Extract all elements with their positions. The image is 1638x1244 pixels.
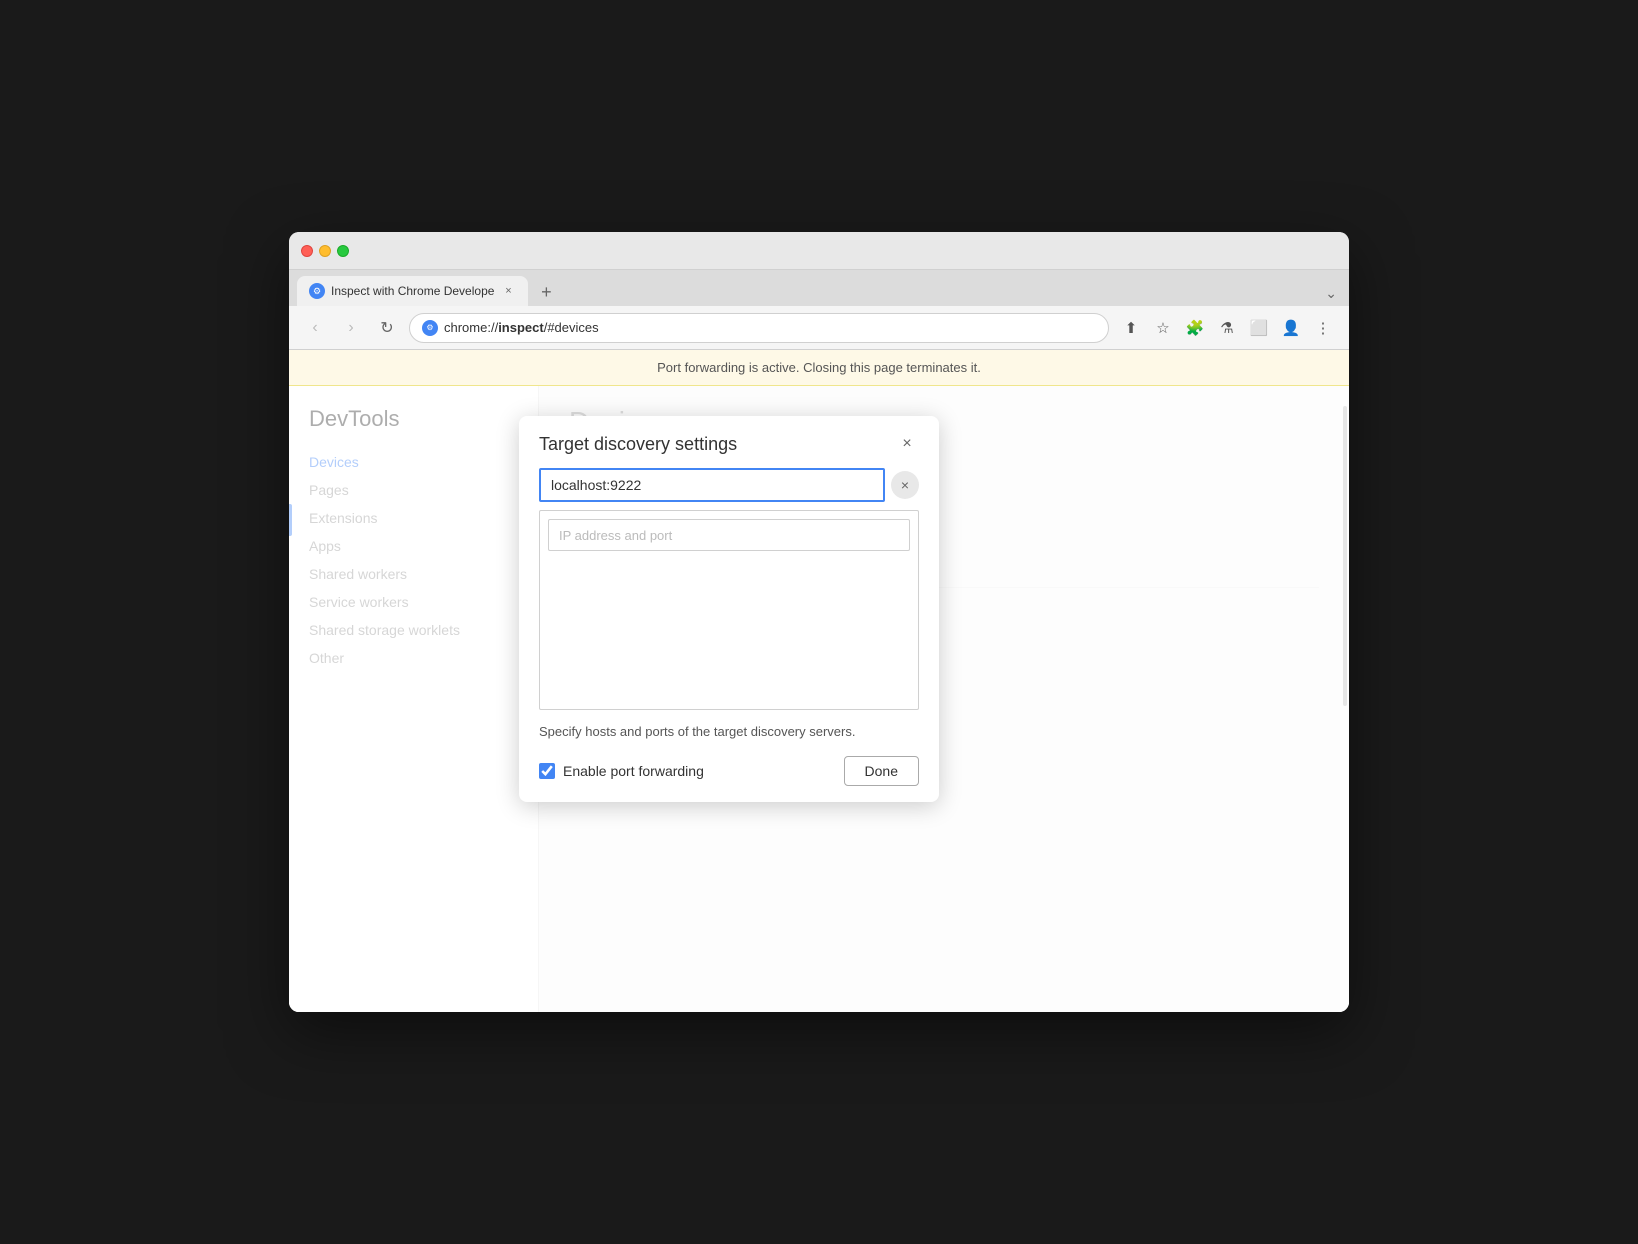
share-button[interactable]: ⬆ — [1117, 314, 1145, 342]
back-button[interactable]: ‹ — [301, 314, 329, 342]
tab-bar: ⚙ Inspect with Chrome Develope × + ⌄ — [289, 270, 1349, 306]
hosts-area[interactable] — [539, 510, 919, 710]
url-path: /#devices — [544, 320, 599, 335]
url-actions: ⬆ ☆ 🧩 ⚗ ⬜ 👤 ⋮ — [1117, 314, 1337, 342]
tab-favicon-icon: ⚙ — [309, 283, 325, 299]
url-scheme: chrome:// — [444, 320, 498, 335]
ip-address-input[interactable] — [548, 519, 910, 551]
tab-close-button[interactable]: × — [500, 283, 516, 299]
host-input[interactable] — [539, 468, 885, 502]
dialog-close-button[interactable]: × — [895, 432, 919, 456]
host-input-row: × — [539, 468, 919, 502]
close-window-button[interactable] — [301, 245, 313, 257]
maximize-window-button[interactable] — [337, 245, 349, 257]
modal-overlay: Target discovery settings × × Specify ho… — [289, 386, 1349, 1012]
new-tab-button[interactable]: + — [532, 278, 560, 306]
checkbox-label-text: Enable port forwarding — [563, 763, 704, 779]
port-banner-text: Port forwarding is active. Closing this … — [657, 360, 981, 375]
page-content: DevTools Devices Pages Extensions Apps S… — [289, 386, 1349, 1012]
title-bar — [289, 232, 1349, 270]
active-tab[interactable]: ⚙ Inspect with Chrome Develope × — [297, 276, 528, 306]
split-screen-button[interactable]: ⬜ — [1245, 314, 1273, 342]
target-discovery-dialog: Target discovery settings × × Specify ho… — [519, 416, 939, 802]
dialog-header: Target discovery settings × — [519, 416, 939, 468]
url-favicon-icon: ⚙ — [422, 320, 438, 336]
dialog-footer: Enable port forwarding Done — [539, 756, 919, 786]
host-input-clear-button[interactable]: × — [891, 471, 919, 499]
url-text: chrome://inspect/#devices — [444, 320, 599, 335]
dialog-title: Target discovery settings — [539, 434, 737, 455]
browser-window: ⚙ Inspect with Chrome Develope × + ⌄ ‹ ›… — [289, 232, 1349, 1012]
url-host: inspect — [498, 320, 544, 335]
dialog-body: × Specify hosts and ports of the target … — [519, 468, 939, 802]
enable-port-forwarding-checkbox[interactable] — [539, 763, 555, 779]
port-forwarding-banner: Port forwarding is active. Closing this … — [289, 350, 1349, 386]
reload-button[interactable]: ↻ — [373, 314, 401, 342]
tab-list-chevron-icon[interactable]: ⌄ — [1321, 281, 1341, 306]
address-bar: ‹ › ↻ ⚙ chrome://inspect/#devices ⬆ ☆ 🧩 … — [289, 306, 1349, 350]
minimize-window-button[interactable] — [319, 245, 331, 257]
tab-title: Inspect with Chrome Develope — [331, 284, 494, 298]
url-bar[interactable]: ⚙ chrome://inspect/#devices — [409, 313, 1109, 343]
bookmark-button[interactable]: ☆ — [1149, 314, 1177, 342]
description-text: Specify hosts and ports of the target di… — [539, 722, 919, 742]
traffic-lights — [301, 245, 349, 257]
extensions-button[interactable]: 🧩 — [1181, 314, 1209, 342]
menu-button[interactable]: ⋮ — [1309, 314, 1337, 342]
profile-button[interactable]: 👤 — [1277, 314, 1305, 342]
devtools-button[interactable]: ⚗ — [1213, 314, 1241, 342]
forward-button[interactable]: › — [337, 314, 365, 342]
enable-port-forwarding-label[interactable]: Enable port forwarding — [539, 763, 704, 779]
done-button[interactable]: Done — [844, 756, 919, 786]
